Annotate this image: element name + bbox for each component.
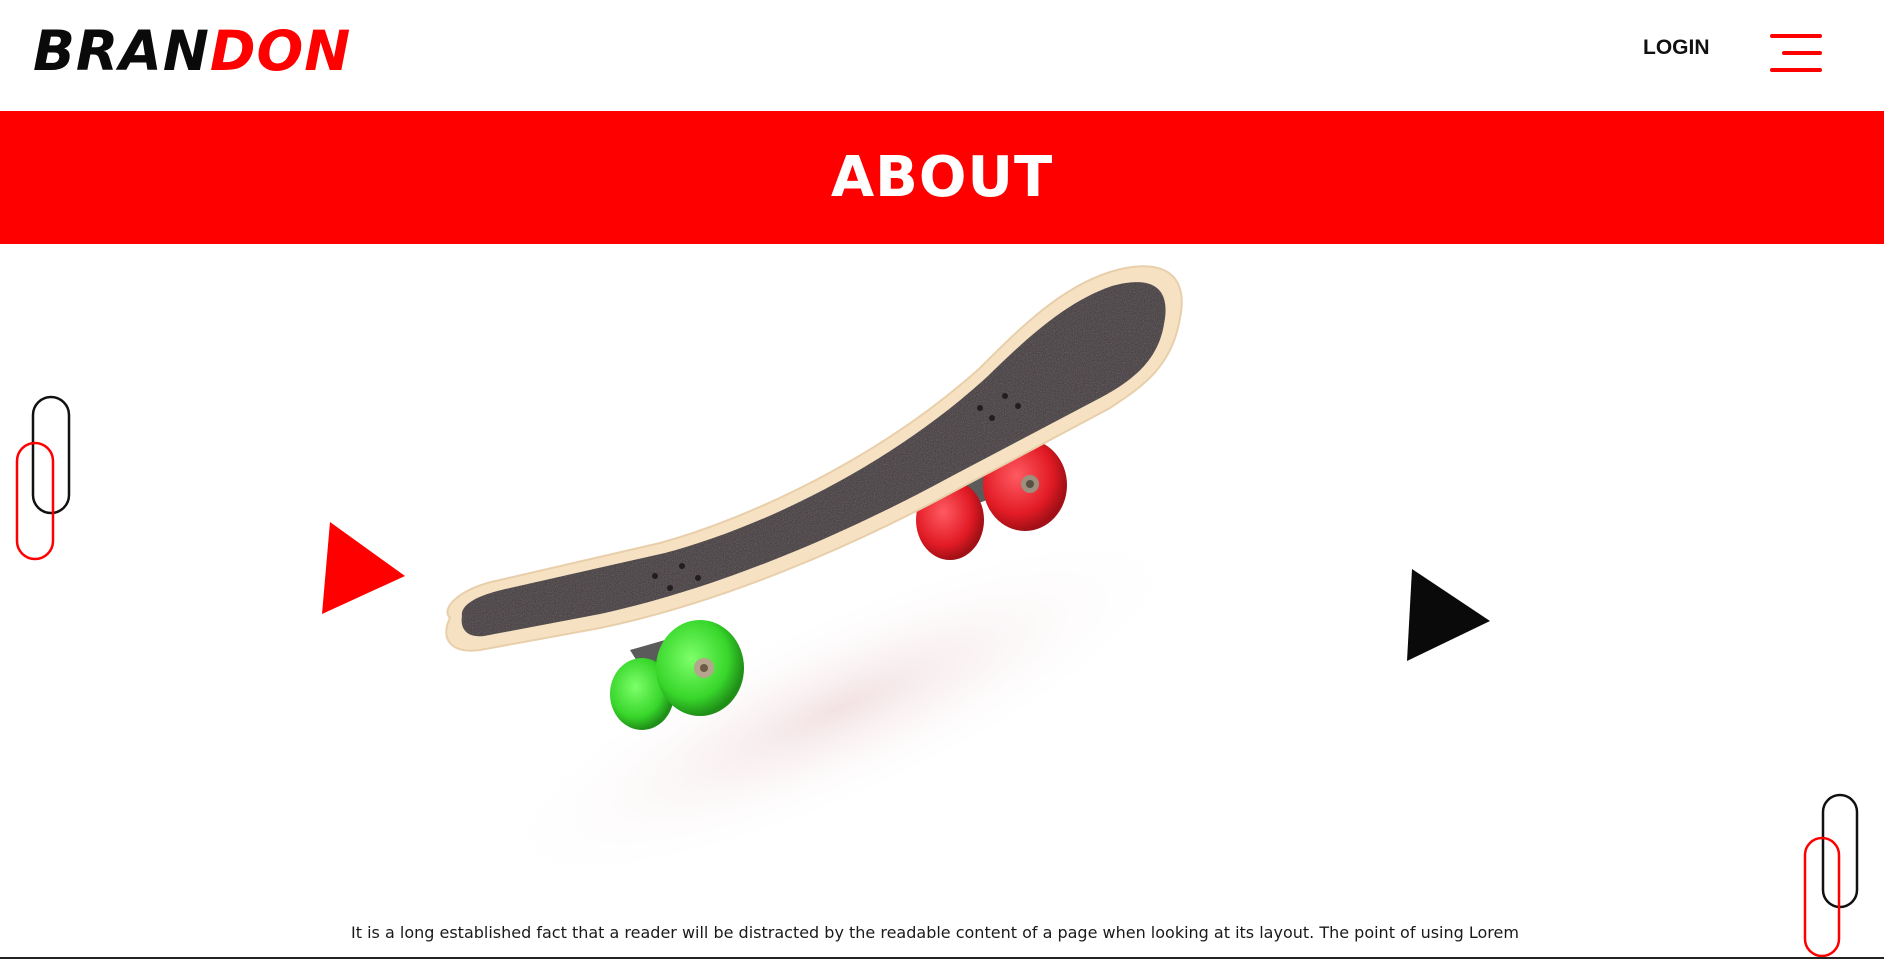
menu-bar-top [1770,34,1822,38]
site-header: BRANDON LOGIN [0,0,1884,111]
menu-bar-bottom [1770,68,1822,72]
brand-logo-part2: DON [209,19,352,83]
login-link[interactable]: LOGIN [1643,35,1710,61]
menu-bar-middle [1782,51,1822,55]
hamburger-menu-icon[interactable] [1770,32,1822,74]
about-paragraph: It is a long established fact that a rea… [351,923,1519,942]
paperclip-icon [15,395,71,561]
hero-section [0,244,1884,959]
brand-logo[interactable]: BRANDON [33,18,351,84]
page: BRANDON LOGIN ABOUT It is a long establi… [0,0,1884,959]
page-banner: ABOUT [0,111,1884,244]
triangle-play-icon-red [322,522,405,614]
triangle-play-icon-black [1407,569,1490,661]
skateboard-image [445,265,1190,886]
brand-logo-part1: BRAN [33,19,210,83]
page-title: ABOUT [830,145,1054,210]
